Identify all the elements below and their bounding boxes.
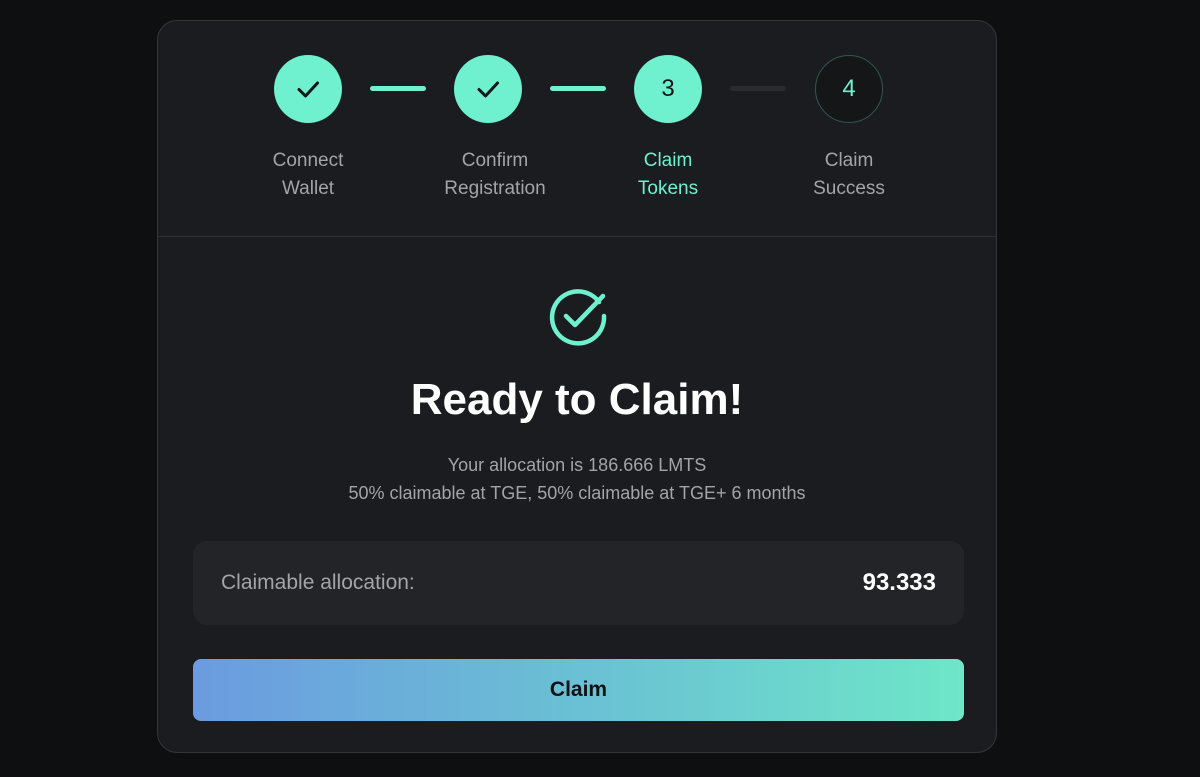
step-4-label-line2: Success (813, 178, 885, 199)
check-circle-icon (549, 289, 607, 346)
step-3-circle: 3 (634, 55, 702, 123)
step-3-label: Claim Tokens (568, 147, 768, 203)
allocation-text: Your allocation is 186.666 LMTS (447, 455, 707, 475)
step-2-label: Confirm Registration (395, 147, 595, 203)
step-connector-1 (370, 86, 426, 91)
allocation-description: Your allocation is 186.666 LMTS 50% clai… (158, 451, 996, 507)
step-2-label-line2: Registration (444, 178, 546, 199)
page-title: Ready to Claim! (410, 375, 744, 424)
stepper: Connect Wallet Confirm Registration 3 Cl… (158, 21, 996, 237)
step-4-label: Claim Success (749, 147, 949, 203)
step-3-label-line1: Claim (643, 150, 693, 171)
step-1-label: Connect Wallet (208, 147, 408, 203)
step-4-circle: 4 (815, 55, 883, 123)
checkmark-icon (477, 81, 499, 98)
step-connector-2 (550, 86, 606, 91)
step-connector-3 (730, 86, 786, 91)
step-1-label-line1: Connect (272, 150, 344, 171)
step-2-circle (454, 55, 522, 123)
claimable-allocation-box: Claimable allocation: 93.333 (193, 541, 964, 625)
checkmark-icon (297, 81, 319, 98)
step-1-label-line2: Wallet (281, 178, 335, 199)
claim-card: Connect Wallet Confirm Registration 3 Cl… (157, 20, 997, 753)
step-3-label-line2: Tokens (637, 178, 699, 199)
step-2-label-line1: Confirm (461, 150, 529, 171)
claimable-allocation-label: Claimable allocation: (221, 571, 415, 594)
step-4-label-line1: Claim (824, 150, 874, 171)
claimable-allocation-value: 93.333 (862, 569, 936, 596)
vesting-text: 50% claimable at TGE, 50% claimable at T… (348, 483, 806, 503)
step-1-circle (274, 55, 342, 123)
claim-button[interactable]: Claim (193, 659, 964, 721)
